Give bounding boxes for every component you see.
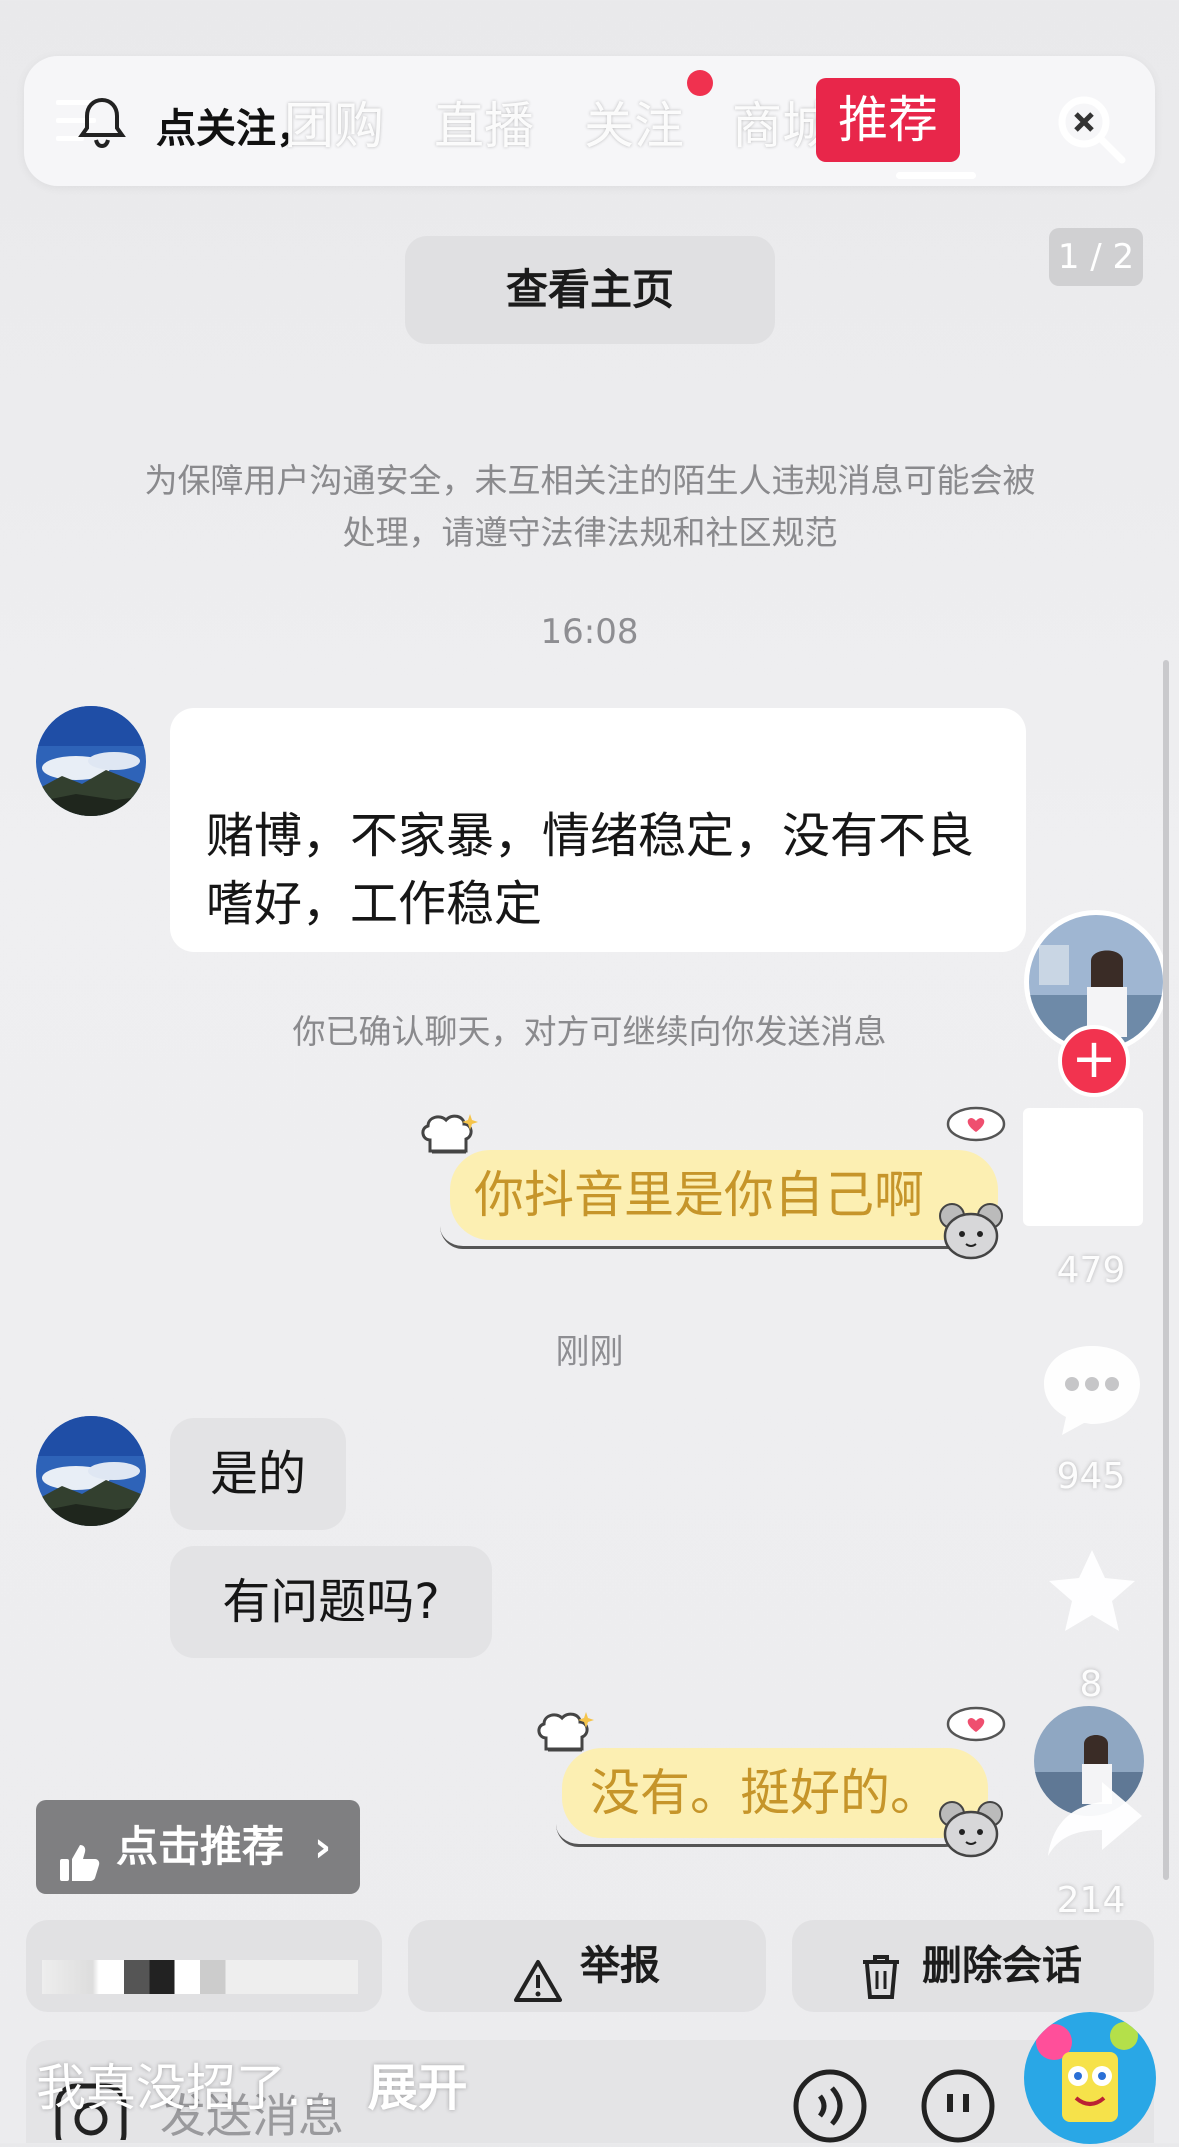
sticker-underline: [556, 1824, 968, 1847]
spongebob-avatar[interactable]: [1024, 2012, 1156, 2144]
warning-icon: [514, 1944, 562, 2002]
chevron-right-icon: ›: [314, 1822, 332, 1871]
avatar[interactable]: [36, 1416, 146, 1526]
chat-confirm-notice: 你已确认聊天，对方可继续向你发送消息: [292, 1012, 887, 1051]
recommend-button[interactable]: 点击推荐 ›: [36, 1800, 360, 1894]
recommend-label: 点击推荐: [116, 1822, 285, 1871]
comment-count: 945: [1056, 1456, 1126, 1497]
view-homepage-button[interactable]: 查看主页: [405, 236, 775, 344]
voice-icon[interactable]: [790, 2066, 870, 2143]
like-button[interactable]: [1023, 1108, 1143, 1226]
report-button[interactable]: 举报: [408, 1920, 766, 2012]
sticker-underline: [440, 1226, 980, 1249]
incoming-message: 赌博，不家暴，情绪稳定，没有不良嗜好，工作稳定: [170, 708, 1026, 952]
star-icon[interactable]: [1044, 1546, 1140, 1638]
heart-bubble-icon: [946, 1706, 1006, 1748]
favorite-count: 8: [1079, 1664, 1103, 1705]
tab-following[interactable]: 关注: [584, 86, 684, 158]
delete-chat-button[interactable]: 删除会话: [792, 1920, 1154, 2012]
expand-link[interactable]: 展开: [368, 2059, 468, 2117]
page-indicator: 1 / 2: [1049, 228, 1143, 286]
sticker-text: 你抖音里是你自己啊: [474, 1166, 924, 1224]
video-caption: 我真没招了... 展开: [36, 2048, 468, 2120]
emoji-icon[interactable]: [918, 2066, 998, 2143]
sticker-text: 没有。挺好的。: [590, 1764, 940, 1822]
share-count: 214: [1056, 1880, 1126, 1921]
timestamp: 刚刚: [555, 1332, 624, 1372]
trash-icon: [860, 1942, 902, 1999]
mouse-sticker-icon: [938, 1200, 1004, 1262]
comment-icon[interactable]: [1040, 1340, 1144, 1438]
avatar[interactable]: [36, 706, 146, 816]
message-text: 有问题吗?: [222, 1574, 440, 1630]
follow-plus-button[interactable]: +: [1058, 1025, 1130, 1097]
message-text: 是的: [209, 1446, 306, 1502]
tab-group-buy[interactable]: 团购: [284, 86, 384, 158]
active-tab-underline: [896, 172, 976, 179]
message-text: 赌博，不家暴，情绪稳定，没有不良嗜好，工作稳定: [206, 808, 975, 932]
delete-label: 删除会话: [922, 1943, 1082, 1989]
tab-recommend[interactable]: 推荐: [816, 78, 960, 162]
scrollbar[interactable]: [1163, 660, 1169, 1880]
like-count: 479: [1056, 1250, 1126, 1291]
mouse-sticker-icon: [938, 1798, 1004, 1860]
pixelated-bar: [26, 1920, 382, 2012]
share-icon[interactable]: [1044, 1776, 1146, 1862]
tab-live[interactable]: 直播: [434, 86, 534, 158]
incoming-message: 是的: [170, 1418, 346, 1530]
safety-notice: 为保障用户沟通安全，未互相关注的陌生人违规消息可能会被处理，请遵守法律法规和社区…: [144, 461, 1036, 552]
timestamp: 16:08: [540, 612, 639, 652]
live-indicator-dot: [687, 70, 713, 96]
thumbs-up-icon: [58, 1824, 102, 1881]
heart-bubble-icon: [946, 1106, 1006, 1148]
blurred-content: [42, 1960, 358, 1994]
bell-icon[interactable]: [76, 94, 128, 150]
report-label: 举报: [580, 1943, 660, 1989]
incoming-message: 有问题吗?: [170, 1546, 492, 1658]
search-icon[interactable]: [1054, 92, 1128, 166]
caption-text: 我真没招了...: [36, 2059, 334, 2117]
